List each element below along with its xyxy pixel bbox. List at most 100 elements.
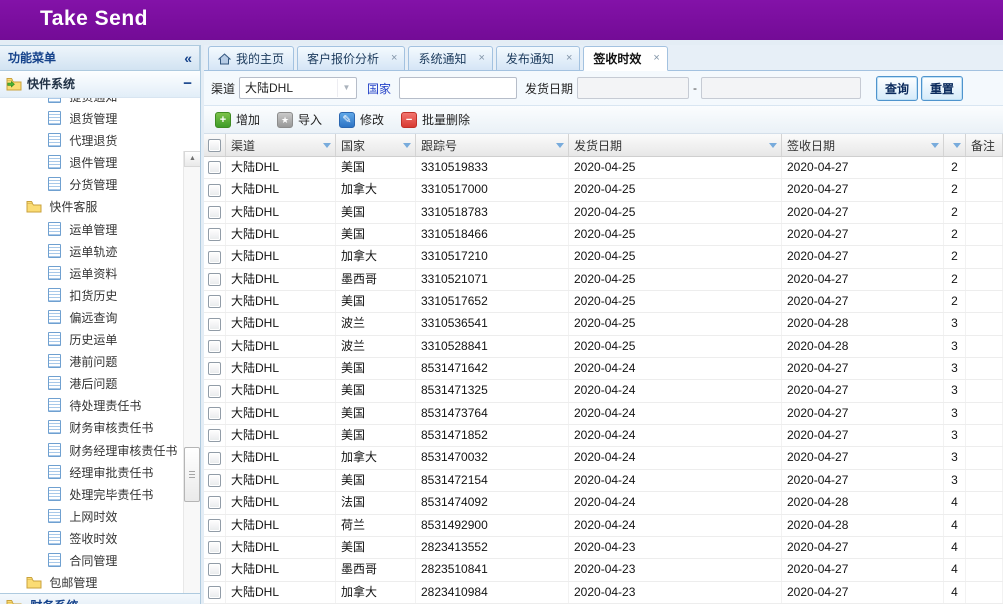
select-all-checkbox[interactable]: [208, 139, 221, 152]
row-checkbox[interactable]: [208, 295, 221, 308]
sidebar-tree-item[interactable]: 财务审核责任书: [0, 417, 200, 439]
table-row[interactable]: 大陆DHL 美国 8531472154 2020-04-24 2020-04-2…: [204, 470, 1003, 492]
sidebar-tree-item[interactable]: 扣货历史: [0, 285, 200, 307]
row-checkbox[interactable]: [208, 452, 221, 465]
sidebar-tree-item[interactable]: 退件管理: [0, 152, 200, 174]
table-row[interactable]: 大陆DHL 荷兰 8531492900 2020-04-24 2020-04-2…: [204, 515, 1003, 537]
table-row[interactable]: 大陆DHL 波兰 3310536541 2020-04-25 2020-04-2…: [204, 313, 1003, 335]
sidebar-tree-item[interactable]: 提货通知: [0, 98, 200, 108]
table-row[interactable]: 大陆DHL 法国 8531474092 2020-04-24 2020-04-2…: [204, 492, 1003, 514]
collapse-panel-icon[interactable]: −: [183, 71, 192, 97]
scroll-up-icon[interactable]: ▲: [184, 151, 200, 167]
row-checkbox[interactable]: [208, 407, 221, 420]
row-checkbox[interactable]: [208, 586, 221, 599]
row-checkbox[interactable]: [208, 161, 221, 174]
table-row[interactable]: 大陆DHL 美国 8531471325 2020-04-24 2020-04-2…: [204, 380, 1003, 402]
collapse-sidebar-icon[interactable]: «: [184, 46, 192, 70]
sidebar-tree-item[interactable]: 处理完毕责任书: [0, 484, 200, 506]
row-checkbox[interactable]: [208, 474, 221, 487]
sidebar-tree-item[interactable]: 偏远查询: [0, 307, 200, 329]
table-row[interactable]: 大陆DHL 墨西哥 3310521071 2020-04-25 2020-04-…: [204, 269, 1003, 291]
sidebar-tree-item[interactable]: 运单轨迹: [0, 241, 200, 263]
table-row[interactable]: 大陆DHL 加拿大 3310517210 2020-04-25 2020-04-…: [204, 246, 1003, 268]
table-row[interactable]: 大陆DHL 美国 8531471852 2020-04-24 2020-04-2…: [204, 425, 1003, 447]
dropdown-arrow-icon[interactable]: ▼: [337, 79, 355, 97]
sidebar-tree-item[interactable]: 历史运单: [0, 329, 200, 351]
table-row[interactable]: 大陆DHL 美国 2823413552 2020-04-23 2020-04-2…: [204, 537, 1003, 559]
sidebar-tree-item[interactable]: 运单资料: [0, 263, 200, 285]
tab-close-icon[interactable]: ×: [391, 53, 397, 64]
sidebar-tree-item[interactable]: 财务经理审核责任书: [0, 440, 200, 462]
tab-close-icon[interactable]: ×: [566, 53, 572, 64]
table-row[interactable]: 大陆DHL 墨西哥 2823510841 2020-04-23 2020-04-…: [204, 559, 1003, 581]
table-row[interactable]: 大陆DHL 加拿大 2823410984 2020-04-23 2020-04-…: [204, 582, 1003, 604]
row-checkbox[interactable]: [208, 541, 221, 554]
row-checkbox[interactable]: [208, 228, 221, 241]
sidebar-tree-item[interactable]: 港后问题: [0, 373, 200, 395]
column-header[interactable]: 国家: [336, 134, 416, 156]
search-button[interactable]: 查询: [876, 76, 918, 101]
sidebar-tree-item[interactable]: 上网时效: [0, 506, 200, 528]
sidebar-tree-item[interactable]: 代理退货: [0, 130, 200, 152]
toolbar-button[interactable]: ★ 导入: [271, 108, 328, 132]
column-header[interactable]: 签收日期: [782, 134, 944, 156]
row-checkbox-cell: [204, 246, 226, 267]
row-checkbox[interactable]: [208, 251, 221, 264]
date-from-input[interactable]: [577, 77, 689, 99]
scrollbar-thumb[interactable]: [184, 447, 200, 502]
row-checkbox[interactable]: [208, 362, 221, 375]
sidebar-tree-item[interactable]: 运单管理: [0, 219, 200, 241]
column-header[interactable]: 发货日期: [569, 134, 782, 156]
row-checkbox[interactable]: [208, 385, 221, 398]
sidebar-panel-finance-system[interactable]: 财务系统: [0, 593, 200, 604]
country-input[interactable]: [399, 77, 517, 99]
row-checkbox[interactable]: [208, 273, 221, 286]
row-checkbox[interactable]: [208, 206, 221, 219]
sidebar-tree-item[interactable]: 快件客服: [0, 196, 200, 218]
sidebar-tree-item[interactable]: 签收时效: [0, 528, 200, 550]
row-checkbox[interactable]: [208, 563, 221, 576]
sidebar-tree-item[interactable]: 包邮管理: [0, 572, 200, 594]
column-header[interactable]: [944, 134, 966, 156]
column-header[interactable]: 渠道: [226, 134, 336, 156]
row-checkbox[interactable]: [208, 184, 221, 197]
column-header[interactable]: 跟踪号: [416, 134, 569, 156]
sidebar-tree-item[interactable]: 经理审批责任书: [0, 462, 200, 484]
cell-ship-date: 2020-04-24: [569, 380, 782, 401]
column-header[interactable]: 备注: [966, 134, 1003, 156]
toolbar-button[interactable]: − 批量删除: [395, 108, 476, 132]
sidebar-tree-item[interactable]: 分货管理: [0, 174, 200, 196]
table-row[interactable]: 大陆DHL 加拿大 3310517000 2020-04-25 2020-04-…: [204, 179, 1003, 201]
sidebar-tree-item[interactable]: 退货管理: [0, 108, 200, 130]
table-row[interactable]: 大陆DHL 美国 3310519833 2020-04-25 2020-04-2…: [204, 157, 1003, 179]
tab[interactable]: 发布通知 ×: [496, 46, 580, 71]
row-checkbox[interactable]: [208, 496, 221, 509]
sidebar-tree-item[interactable]: 合同管理: [0, 550, 200, 572]
sidebar-panel-express-system[interactable]: 快件系统 −: [0, 71, 200, 98]
tab-close-icon[interactable]: ×: [653, 53, 659, 64]
toolbar-button[interactable]: + 增加: [209, 108, 266, 132]
row-checkbox[interactable]: [208, 429, 221, 442]
channel-select[interactable]: 大陆DHL ▼: [239, 77, 357, 99]
table-row[interactable]: 大陆DHL 加拿大 8531470032 2020-04-24 2020-04-…: [204, 447, 1003, 469]
tab[interactable]: 系统通知 ×: [408, 46, 492, 71]
sidebar-tree-item[interactable]: 待处理责任书: [0, 395, 200, 417]
tab[interactable]: 我的主页 ×: [208, 46, 294, 71]
tab[interactable]: 签收时效 ×: [583, 46, 667, 71]
sidebar-tree-item[interactable]: 港前问题: [0, 351, 200, 373]
table-row[interactable]: 大陆DHL 美国 8531471642 2020-04-24 2020-04-2…: [204, 358, 1003, 380]
row-checkbox[interactable]: [208, 519, 221, 532]
tab-close-icon[interactable]: ×: [478, 53, 484, 64]
table-row[interactable]: 大陆DHL 美国 3310518466 2020-04-25 2020-04-2…: [204, 224, 1003, 246]
row-checkbox[interactable]: [208, 318, 221, 331]
row-checkbox[interactable]: [208, 340, 221, 353]
table-row[interactable]: 大陆DHL 美国 8531473764 2020-04-24 2020-04-2…: [204, 403, 1003, 425]
reset-button[interactable]: 重置: [921, 76, 963, 101]
table-row[interactable]: 大陆DHL 美国 3310517652 2020-04-25 2020-04-2…: [204, 291, 1003, 313]
sidebar-scrollbar[interactable]: ▲ ▼: [183, 151, 200, 604]
toolbar-button[interactable]: ✎ 修改: [333, 108, 390, 132]
table-row[interactable]: 大陆DHL 波兰 3310528841 2020-04-25 2020-04-2…: [204, 336, 1003, 358]
tab[interactable]: 客户报价分析 ×: [297, 46, 405, 71]
table-row[interactable]: 大陆DHL 美国 3310518783 2020-04-25 2020-04-2…: [204, 202, 1003, 224]
date-to-input[interactable]: [701, 77, 861, 99]
